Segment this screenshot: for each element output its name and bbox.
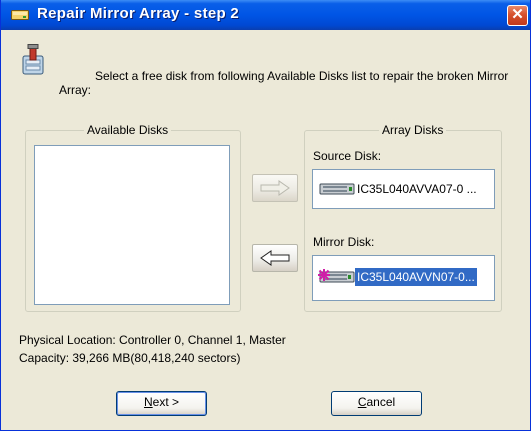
array-disks-group: Array Disks Source Disk: IC35L040AVVA07-…: [304, 123, 502, 312]
mirror-disk-box[interactable]: IC35L040AVVN07-0...: [312, 255, 495, 301]
title-bar[interactable]: Repair Mirror Array - step 2 ✕: [1, 0, 530, 30]
disk-drive-icon: [11, 10, 29, 20]
next-button[interactable]: Next >: [116, 391, 207, 416]
close-icon: ✕: [511, 6, 524, 23]
hard-disk-icon: [319, 183, 355, 195]
arrow-left-icon: [260, 250, 290, 266]
repair-mirror-dialog: Repair Mirror Array - step 2 ✕ Select a …: [0, 0, 531, 431]
array-disks-title: Array Disks: [379, 123, 447, 137]
available-disks-title: Available Disks: [84, 123, 172, 137]
cancel-button-label: ancel: [366, 395, 396, 409]
available-disks-list[interactable]: [34, 145, 230, 305]
source-disk-label: Source Disk:: [313, 149, 382, 163]
arrow-right-icon: [260, 180, 290, 196]
close-button[interactable]: ✕: [507, 5, 528, 26]
physical-location-text: Physical Location: Controller 0, Channel…: [19, 333, 286, 347]
next-button-label: ext >: [152, 395, 180, 409]
window-title: Repair Mirror Array - step 2: [37, 5, 240, 22]
next-button-mnemonic: N: [143, 395, 153, 409]
mirror-disk-item[interactable]: IC35L040AVVN07-0...: [317, 268, 477, 286]
mirror-disk-label: Mirror Disk:: [313, 235, 375, 249]
cancel-button[interactable]: Cancel: [331, 391, 422, 416]
remove-disk-button[interactable]: [252, 244, 298, 272]
intro-text: Select a free disk from following Availa…: [59, 69, 509, 97]
source-disk-item[interactable]: IC35L040AVVA07-0 ...: [319, 180, 479, 198]
capacity-text: Capacity: 39,266 MB(80,418,240 sectors): [19, 351, 241, 365]
source-disk-name: IC35L040AVVA07-0 ...: [357, 182, 477, 196]
available-disks-group: Available Disks: [25, 123, 241, 312]
source-disk-box[interactable]: IC35L040AVVA07-0 ...: [312, 169, 495, 209]
mirror-disk-name: IC35L040AVVN07-0...: [355, 268, 477, 286]
repair-tool-icon: [22, 44, 44, 75]
new-disk-icon: [318, 269, 355, 283]
add-disk-button[interactable]: [252, 174, 298, 202]
